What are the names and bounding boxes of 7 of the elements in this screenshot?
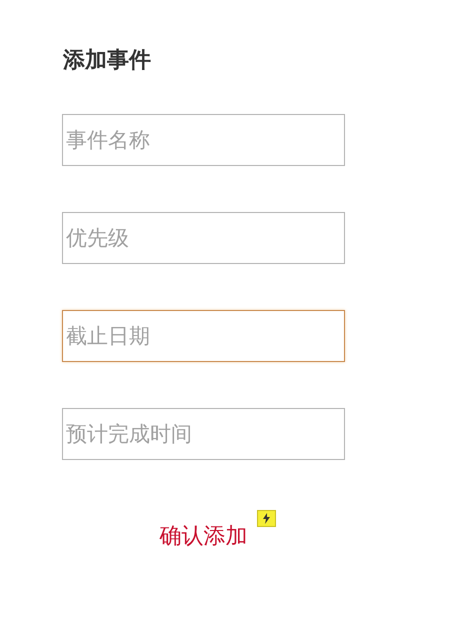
lightning-icon [257,510,276,527]
input-field[interactable]: 事件名称 [62,114,345,166]
input-field[interactable]: 优先级 [62,212,345,264]
input-field[interactable]: 截止日期 [62,310,345,362]
input-field[interactable]: 预计完成时间 [62,408,345,460]
form-title: 添加事件 [63,47,152,75]
confirm-button[interactable]: 确认添加 [160,522,248,552]
